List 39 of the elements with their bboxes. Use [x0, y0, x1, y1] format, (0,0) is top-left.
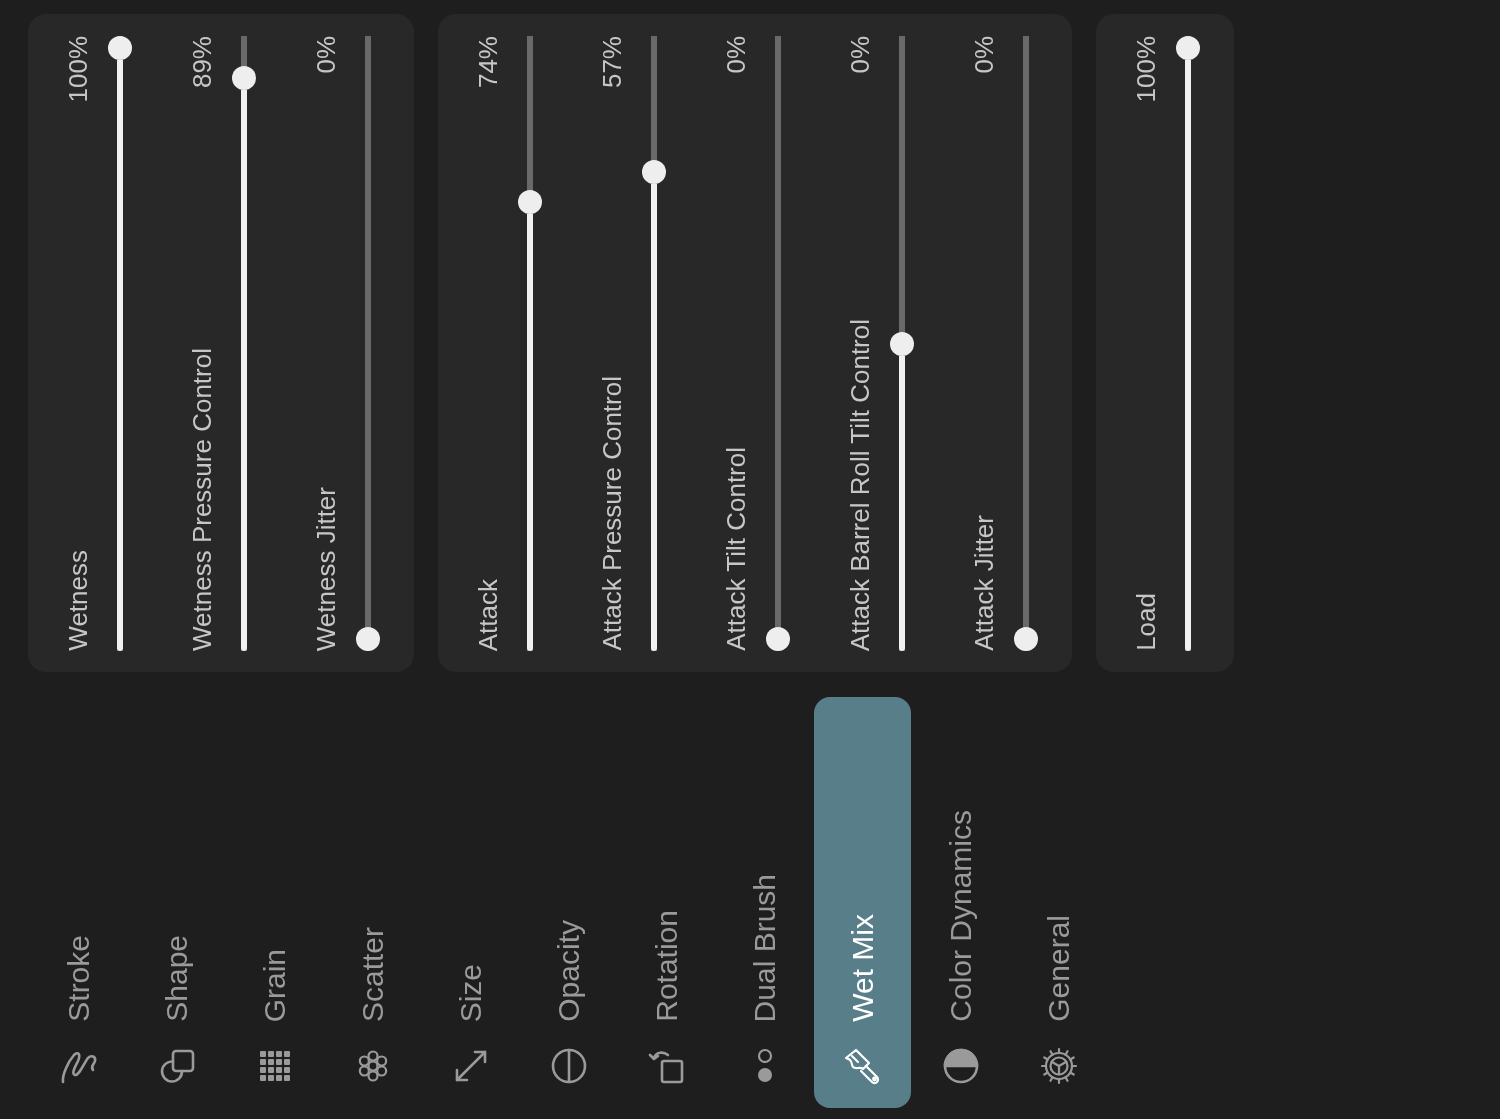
- sidebar-tab[interactable]: General: [1010, 697, 1107, 1108]
- slider-value: 100%: [1133, 36, 1159, 103]
- slider-label: Wetness Jitter: [313, 486, 339, 651]
- sidebar-tab[interactable]: Opacity: [520, 697, 617, 1108]
- slider-thumb[interactable]: [1014, 627, 1038, 651]
- slider-value: 0%: [847, 36, 873, 74]
- slider-thumb[interactable]: [518, 189, 542, 214]
- slider-label: Attack Jitter: [971, 515, 997, 651]
- sidebar-tab[interactable]: Shape: [128, 697, 225, 1108]
- slider-value: 74%: [475, 36, 501, 89]
- sidebar-tab[interactable]: Stroke: [30, 697, 127, 1108]
- slider-label: Attack Barrel Roll Tilt Control: [847, 318, 873, 651]
- slider-value: 0%: [313, 36, 339, 74]
- slider-thumb[interactable]: [1176, 36, 1200, 60]
- slider-thumb[interactable]: [232, 65, 256, 90]
- slider-thumb[interactable]: [356, 627, 380, 651]
- sidebar-tab[interactable]: Grain: [226, 697, 323, 1108]
- slider-label: Load: [1133, 593, 1159, 651]
- sidebar-tab[interactable]: Wet Mix: [814, 697, 911, 1108]
- slider-value: 100%: [65, 36, 91, 103]
- slider-label: Attack: [475, 578, 501, 651]
- gear-icon: [1038, 1046, 1079, 1086]
- slider-thumb[interactable]: [766, 627, 790, 651]
- slider-label: Wetness Pressure Control: [189, 348, 215, 651]
- sidebar-tab[interactable]: Dual Brush: [716, 697, 813, 1108]
- sidebar-tab[interactable]: Scatter: [324, 697, 421, 1108]
- slider-label: Attack Pressure Control: [599, 376, 625, 651]
- slider-value: 89%: [189, 36, 215, 89]
- slider-value: 0%: [723, 36, 749, 74]
- sidebar-tab[interactable]: Rotation: [618, 697, 715, 1108]
- slider-thumb[interactable]: [642, 160, 666, 185]
- slider-label: Attack Tilt Control: [723, 447, 749, 651]
- sidebar-tab[interactable]: Color Dynamics: [912, 697, 1009, 1108]
- sidebar-tab[interactable]: Size: [422, 697, 519, 1108]
- slider-label: Wetness: [65, 550, 91, 651]
- slider-value: 0%: [971, 36, 997, 74]
- slider-value: 57%: [599, 36, 625, 89]
- slider-thumb[interactable]: [890, 331, 914, 356]
- slider-thumb[interactable]: [108, 36, 132, 60]
